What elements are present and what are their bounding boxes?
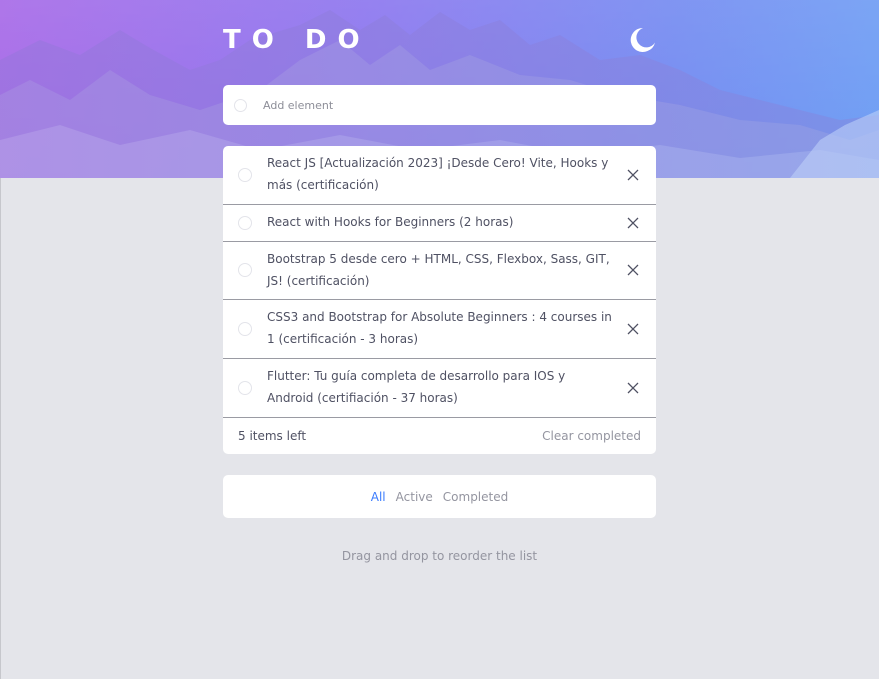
close-icon[interactable] <box>627 323 639 335</box>
filter-all[interactable]: All <box>371 490 386 504</box>
todo-text: Bootstrap 5 desde cero + HTML, CSS, Flex… <box>267 252 610 288</box>
add-todo-input[interactable] <box>261 97 635 113</box>
window-edge <box>0 178 1 679</box>
close-icon[interactable] <box>627 382 639 394</box>
todo-text: React JS [Actualización 2023] ¡Desde Cer… <box>267 156 609 192</box>
items-left-count: 5 items left <box>238 429 307 443</box>
filter-active[interactable]: Active <box>396 490 433 504</box>
todo-checkbox[interactable] <box>238 216 252 230</box>
todo-item[interactable]: React with Hooks for Beginners (2 horas) <box>223 205 656 242</box>
todo-item[interactable]: Flutter: Tu guía completa de desarrollo … <box>223 359 656 418</box>
filter-completed[interactable]: Completed <box>443 490 508 504</box>
todo-item[interactable]: React JS [Actualización 2023] ¡Desde Cer… <box>223 146 656 205</box>
moon-icon <box>630 27 655 52</box>
todo-text: React with Hooks for Beginners (2 horas) <box>267 215 514 229</box>
clear-completed-button[interactable]: Clear completed <box>542 429 641 443</box>
list-footer: 5 items left Clear completed <box>223 418 656 454</box>
todo-checkbox[interactable] <box>238 381 252 395</box>
close-icon[interactable] <box>627 217 639 229</box>
close-icon[interactable] <box>627 264 639 276</box>
todo-checkbox[interactable] <box>238 168 252 182</box>
todo-text: Flutter: Tu guía completa de desarrollo … <box>267 369 566 405</box>
filter-bar: All Active Completed <box>223 475 656 518</box>
todo-item[interactable]: CSS3 and Bootstrap for Absolute Beginner… <box>223 300 656 359</box>
close-icon[interactable] <box>627 169 639 181</box>
drag-drop-hint: Drag and drop to reorder the list <box>341 549 538 563</box>
todo-item[interactable]: Bootstrap 5 desde cero + HTML, CSS, Flex… <box>223 242 656 300</box>
circle-check-icon[interactable] <box>234 98 247 112</box>
todo-list: React JS [Actualización 2023] ¡Desde Cer… <box>223 146 656 454</box>
add-todo-form <box>223 85 656 125</box>
todo-text: CSS3 and Bootstrap for Absolute Beginner… <box>267 310 612 346</box>
theme-toggle-button[interactable] <box>628 24 658 54</box>
todo-checkbox[interactable] <box>238 263 252 277</box>
app-title: TO DO <box>223 25 371 55</box>
todo-checkbox[interactable] <box>238 322 252 336</box>
